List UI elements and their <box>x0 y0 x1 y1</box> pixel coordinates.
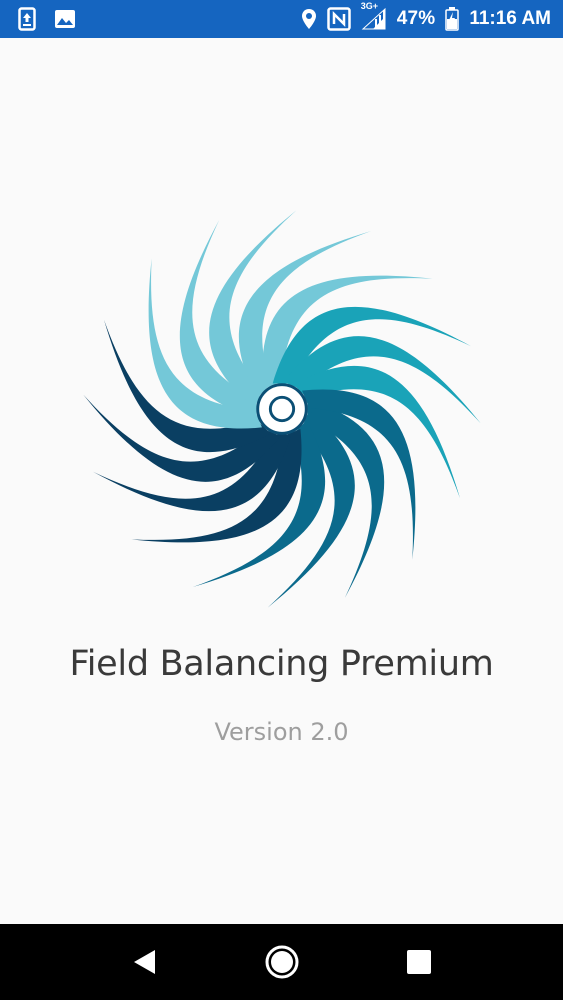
navigation-bar <box>0 924 563 1000</box>
status-right-group: 3G+ 47% 11:16 AM <box>291 1 551 31</box>
back-button[interactable] <box>115 932 175 992</box>
upload-notification-icon <box>18 7 36 31</box>
app-version: Version 2.0 <box>214 718 349 746</box>
app-logo-swirl-icon <box>83 210 481 608</box>
home-button[interactable] <box>252 932 312 992</box>
app-title: Field Balancing Premium <box>69 644 494 684</box>
splash-screen <box>0 38 563 924</box>
back-icon <box>133 950 155 974</box>
battery-icon <box>445 7 460 31</box>
image-notification-icon <box>54 9 76 29</box>
home-icon <box>265 945 298 979</box>
signal-icon: 3G+ <box>361 1 387 31</box>
status-bar: 3G+ 47% 11:16 AM <box>0 0 563 38</box>
network-type-label: 3G+ <box>360 1 378 11</box>
status-time: 11:16 AM <box>469 8 551 29</box>
battery-percent: 47% <box>396 8 436 29</box>
recents-button[interactable] <box>389 932 449 992</box>
nfc-icon <box>326 7 351 31</box>
recents-icon <box>406 950 431 974</box>
location-icon <box>301 8 317 30</box>
status-left-group <box>18 7 94 31</box>
